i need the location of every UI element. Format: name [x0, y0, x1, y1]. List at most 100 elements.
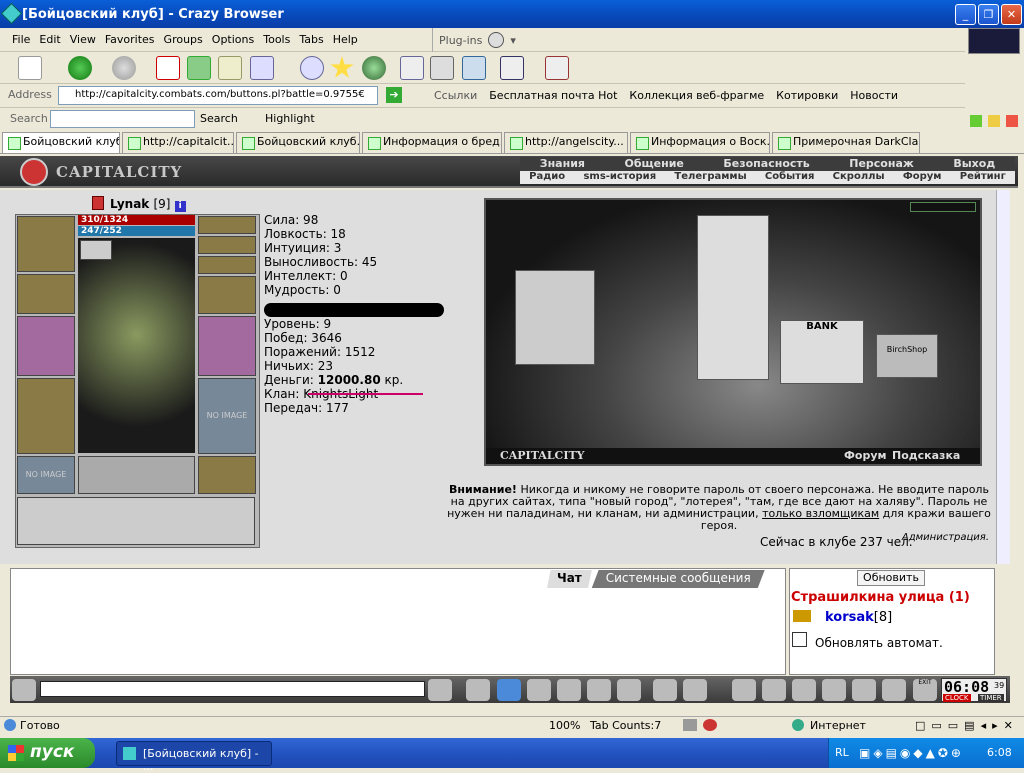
tab-chat[interactable]: Чат — [547, 570, 592, 588]
menu-options[interactable]: Options — [212, 33, 254, 46]
tray-icons[interactable]: ▣◈▤◉◆▲✪⊕ — [859, 746, 964, 760]
mail-icon[interactable] — [400, 56, 424, 80]
link-news[interactable]: Новости — [850, 89, 898, 102]
menu-file[interactable]: File — [12, 33, 30, 46]
nav-security[interactable]: Безопасность — [723, 157, 809, 171]
search-button[interactable]: Search — [200, 112, 238, 125]
language-indicator[interactable]: RL — [835, 746, 849, 759]
skills-icon[interactable] — [762, 679, 786, 701]
save-icon[interactable] — [527, 679, 551, 701]
menu-edit[interactable]: Edit — [39, 33, 60, 46]
search-input[interactable] — [50, 110, 195, 128]
stop-icon[interactable] — [156, 56, 180, 80]
pants-slot[interactable]: NO IMAGE — [198, 378, 256, 454]
hand-icon[interactable] — [617, 679, 641, 701]
print-icon[interactable] — [430, 56, 454, 80]
nav-knowledge[interactable]: Знания — [540, 157, 585, 171]
nav-communication[interactable]: Общение — [624, 157, 683, 171]
mask-icon[interactable] — [792, 679, 816, 701]
yellow-restore-icon[interactable] — [988, 115, 1000, 127]
maximize-button[interactable]: ❐ — [978, 4, 999, 25]
red-close-icon[interactable] — [1006, 115, 1018, 127]
status-zoom[interactable]: 100% — [549, 719, 580, 732]
start-button[interactable]: пуск — [0, 738, 95, 768]
go-icon[interactable]: ➔ — [386, 87, 402, 103]
send-icon[interactable] — [428, 679, 452, 701]
shield-slot[interactable] — [198, 316, 256, 376]
link-quotes[interactable]: Котировки — [776, 89, 838, 102]
forward-icon[interactable] — [112, 56, 136, 80]
tab-info-1[interactable]: Информация о бред... — [362, 132, 502, 153]
address-field[interactable]: http://capitalcity.combats.com/buttons.p… — [58, 86, 378, 105]
menu-help[interactable]: Help — [333, 33, 358, 46]
nav-scrolls[interactable]: Скроллы — [833, 171, 885, 184]
nav-events[interactable]: События — [765, 171, 814, 184]
exit-icon[interactable]: EXIT — [913, 679, 937, 701]
smiles-icon[interactable] — [12, 679, 36, 701]
menu-tabs[interactable]: Tabs — [299, 33, 323, 46]
search-icon[interactable] — [300, 56, 324, 80]
inventory-icon[interactable] — [732, 679, 756, 701]
character-name[interactable]: Lynak — [110, 197, 149, 211]
belt-slot[interactable]: NO IMAGE — [17, 456, 75, 494]
tab-system-messages[interactable]: Системные сообщения — [591, 570, 765, 588]
refresh-button[interactable]: Обновить — [857, 570, 925, 586]
chevron-down-icon[interactable]: ▾ — [510, 34, 516, 47]
scrollbar[interactable] — [996, 190, 1010, 564]
tab-fight-club[interactable]: Бойцовский клуб — [2, 132, 120, 153]
smiley-icon[interactable] — [653, 679, 677, 701]
menu-groups[interactable]: Groups — [164, 33, 203, 46]
history-icon[interactable] — [362, 56, 386, 80]
window-icon[interactable] — [462, 56, 486, 80]
armor-slot[interactable] — [17, 378, 75, 454]
nav-telegrams[interactable]: Телеграммы — [674, 171, 746, 184]
green-close-icon[interactable] — [970, 115, 982, 127]
boots-slot[interactable] — [198, 456, 256, 494]
birch-shop[interactable]: BirchShop — [876, 334, 938, 378]
nav-rating[interactable]: Рейтинг — [960, 171, 1006, 184]
whisper-icon[interactable] — [793, 610, 811, 622]
new-page-icon[interactable] — [18, 56, 42, 80]
building-left[interactable] — [515, 270, 595, 365]
flag-icon-2[interactable] — [882, 679, 906, 701]
taskbar-item[interactable]: [Бойцовский клуб] - ... — [116, 741, 272, 773]
tab-info-2[interactable]: Информация о Воск... — [630, 132, 770, 153]
link-webslices[interactable]: Коллекция веб-фрагме — [629, 89, 764, 102]
nav-sms[interactable]: sms-история — [583, 171, 656, 184]
user-name[interactable]: korsak — [825, 610, 874, 625]
rings-slot[interactable] — [198, 256, 256, 274]
columns-icon[interactable] — [545, 56, 569, 80]
nav-exit[interactable]: Выход — [953, 157, 995, 171]
print-status-icon[interactable] — [683, 719, 697, 731]
plugin-icon[interactable] — [488, 32, 505, 48]
gloves-slot[interactable] — [198, 276, 256, 314]
tower[interactable] — [697, 215, 769, 380]
bank-building[interactable]: BANK — [780, 320, 864, 384]
edit-icon[interactable] — [500, 56, 524, 80]
house-icon[interactable] — [852, 679, 876, 701]
layout-icons[interactable]: □▭▭▤◂▸✕ — [915, 719, 1019, 732]
minimize-button[interactable]: _ — [955, 4, 976, 25]
spells-bar[interactable] — [17, 497, 255, 545]
clear-icon[interactable] — [466, 679, 490, 701]
menu-tools[interactable]: Tools — [263, 33, 290, 46]
pockets-slot[interactable] — [78, 456, 195, 494]
warning-link[interactable]: только взломщикам — [762, 507, 879, 520]
amulet-slot[interactable] — [198, 236, 256, 254]
tab-capitalcity[interactable]: http://capitalcit... — [122, 132, 234, 153]
helmet-slot[interactable] — [17, 216, 75, 272]
back-icon[interactable] — [68, 56, 92, 80]
pet-icon[interactable] — [822, 679, 846, 701]
fight-icon[interactable] — [557, 679, 581, 701]
refresh-icon[interactable] — [187, 56, 211, 80]
favorites-star-icon[interactable] — [330, 56, 354, 78]
menu-view[interactable]: View — [70, 33, 96, 46]
close-button[interactable]: ✕ — [1001, 4, 1022, 25]
earrings-slot[interactable] — [198, 216, 256, 234]
scene-forum-link[interactable]: Форум — [844, 449, 887, 462]
nav-forum[interactable]: Форум — [903, 171, 942, 184]
tab-fight-club-2[interactable]: Бойцовский клуб. ... — [236, 132, 360, 153]
tab-darkclan[interactable]: Примерочная DarkClan — [772, 132, 920, 153]
tab-angelscity[interactable]: http://angelscity... — [504, 132, 628, 153]
chat-input[interactable] — [40, 681, 425, 697]
